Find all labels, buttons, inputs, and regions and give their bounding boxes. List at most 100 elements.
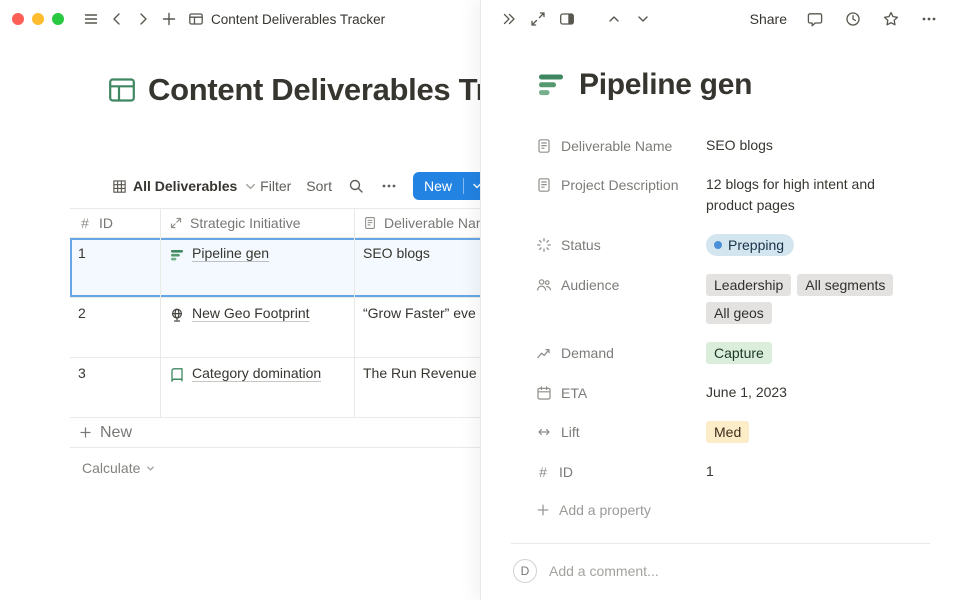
page-title-text: Content Deliverables Tracker: [148, 72, 480, 108]
more-options-icon[interactable]: [380, 177, 398, 195]
cell-id[interactable]: 2: [70, 298, 160, 357]
forward-icon[interactable]: [130, 6, 156, 32]
property-row-audience: Audience Leadership All segments All geo…: [536, 265, 930, 333]
expand-page-icon[interactable]: [526, 7, 550, 31]
page-title: Content Deliverables Tracker: [107, 72, 480, 108]
favorite-star-icon[interactable]: [879, 7, 903, 31]
page-table-icon: [107, 75, 137, 105]
close-window-button[interactable]: [12, 13, 24, 25]
property-label[interactable]: Audience: [536, 274, 706, 295]
new-record-button[interactable]: New: [413, 172, 480, 200]
share-button[interactable]: Share: [750, 11, 787, 27]
comment-input[interactable]: Add a comment...: [549, 563, 659, 579]
property-row-status: Status Prepping: [536, 225, 930, 265]
page-link[interactable]: Pipeline gen: [192, 245, 269, 261]
page-text-icon: [536, 177, 552, 193]
zoom-window-button[interactable]: [52, 13, 64, 25]
property-row-deliverable-name: Deliverable Name SEO blogs: [536, 126, 930, 165]
lift-tag[interactable]: Med: [706, 421, 749, 443]
property-label[interactable]: Deliverable Name: [536, 135, 706, 156]
calculate-button[interactable]: Calculate: [70, 460, 480, 476]
property-label[interactable]: Status: [536, 234, 706, 255]
cell-deliverable-name[interactable]: “Grow Faster” eve: [355, 298, 480, 357]
hash-icon: #: [536, 464, 550, 480]
status-pill[interactable]: Prepping: [706, 234, 794, 256]
minimize-window-button[interactable]: [32, 13, 44, 25]
more-options-icon[interactable]: [917, 7, 941, 31]
diagonal-arrows-icon: [169, 216, 183, 230]
breadcrumb[interactable]: Content Deliverables Tracker: [188, 11, 385, 27]
status-dot-icon: [714, 241, 722, 249]
cell-deliverable-name[interactable]: SEO blogs: [355, 238, 480, 297]
property-label[interactable]: Demand: [536, 342, 706, 363]
cell-deliverable-name[interactable]: The Run Revenue S: [355, 358, 480, 417]
plus-icon: [536, 503, 550, 517]
page-text-icon: [536, 138, 552, 154]
comments-icon[interactable]: [803, 7, 827, 31]
main-pane: Content Deliverables Tracker Content Del…: [0, 0, 480, 600]
property-value[interactable]: June 1, 2023: [706, 382, 787, 403]
database-table: # ID Strategic Initiative Deliverable Na…: [70, 208, 480, 418]
column-header-strategic-initiative[interactable]: Strategic Initiative: [160, 209, 355, 237]
new-page-icon[interactable]: [156, 6, 182, 32]
cell-strategic-initiative[interactable]: Category domination: [169, 365, 346, 383]
window-doc-title: Content Deliverables Tracker: [211, 12, 385, 27]
table-view-icon: [112, 179, 127, 194]
property-value[interactable]: SEO blogs: [706, 135, 773, 156]
table-row[interactable]: 3 Category domination The Run Revenue S: [70, 358, 480, 418]
audience-tag[interactable]: Leadership: [706, 274, 791, 296]
green-book-icon: [169, 367, 185, 383]
table-row[interactable]: 2 New Geo Footprint “Grow Faster” eve: [70, 298, 480, 358]
property-label[interactable]: ETA: [536, 382, 706, 403]
previous-record-icon[interactable]: [602, 7, 626, 31]
audience-tag[interactable]: All segments: [797, 274, 893, 296]
plus-icon: [79, 426, 92, 439]
page-text-icon: [363, 216, 377, 230]
table-row[interactable]: 1 Pipeline gen SEO blogs: [70, 238, 480, 298]
demand-tag[interactable]: Capture: [706, 342, 772, 364]
filter-button[interactable]: Filter: [260, 178, 291, 194]
doc-table-icon: [188, 11, 204, 27]
view-name: All Deliverables: [133, 178, 237, 194]
cell-strategic-initiative[interactable]: New Geo Footprint: [169, 305, 346, 323]
property-row-lift: Lift Med: [536, 412, 930, 452]
property-row-project-description: Project Description 12 blogs for high in…: [536, 165, 930, 225]
next-record-icon[interactable]: [631, 7, 655, 31]
column-header-id[interactable]: # ID: [70, 209, 160, 237]
back-icon[interactable]: [104, 6, 130, 32]
sidebar-toggle-icon[interactable]: [78, 6, 104, 32]
cell-strategic-initiative[interactable]: Pipeline gen: [169, 245, 346, 263]
peek-page-title: Pipeline gen: [536, 68, 930, 102]
property-row-eta: ETA June 1, 2023: [536, 373, 930, 412]
side-peek-panel: Share Pipeline gen: [480, 0, 960, 600]
cell-id[interactable]: 3: [70, 358, 160, 417]
property-value[interactable]: 12 blogs for high intent and product pag…: [706, 174, 921, 216]
view-selector[interactable]: All Deliverables: [112, 178, 258, 194]
chevron-down-icon: [145, 463, 156, 474]
page-link[interactable]: New Geo Footprint: [192, 305, 310, 321]
property-value[interactable]: 1: [706, 461, 714, 482]
view-toolbar: All Deliverables Filter Sort New: [112, 172, 480, 200]
close-peek-icon[interactable]: [497, 7, 521, 31]
property-label[interactable]: # ID: [536, 461, 706, 482]
history-icon[interactable]: [841, 7, 865, 31]
hash-icon: #: [78, 215, 92, 231]
add-property-button[interactable]: Add a property: [536, 491, 930, 529]
property-label[interactable]: Lift: [536, 421, 706, 442]
trend-icon: [536, 345, 552, 361]
green-bars-icon: [536, 70, 566, 100]
cell-id[interactable]: 1: [70, 238, 160, 297]
page-link[interactable]: Category domination: [192, 365, 321, 381]
new-button-dropdown[interactable]: [464, 180, 480, 192]
property-label[interactable]: Project Description: [536, 174, 706, 195]
column-header-deliverable-name[interactable]: Deliverable Name: [355, 209, 480, 237]
green-bars-icon: [169, 247, 185, 263]
audience-tag[interactable]: All geos: [706, 302, 772, 324]
search-icon[interactable]: [347, 177, 365, 195]
sort-button[interactable]: Sort: [306, 178, 332, 194]
add-row-button[interactable]: New: [70, 418, 480, 448]
window-controls: [12, 13, 64, 25]
side-peek-mode-icon[interactable]: [555, 7, 579, 31]
property-list: Deliverable Name SEO blogs Project Descr…: [536, 126, 930, 529]
user-avatar: D: [513, 559, 537, 583]
